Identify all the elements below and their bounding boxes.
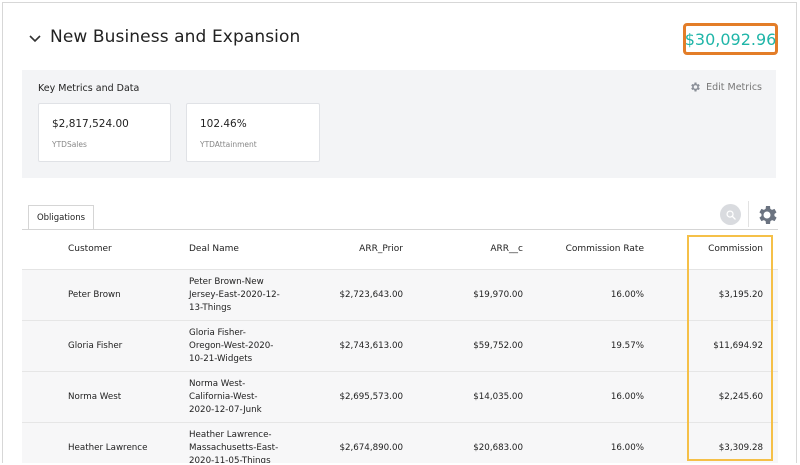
cell-commission-rate: 16.00% (610, 290, 644, 300)
section-title: New Business and Expansion (50, 27, 301, 47)
table-row[interactable]: Peter Brown Peter Brown-New Jersey-East-… (22, 270, 778, 321)
column-header-commission-rate[interactable]: Commission Rate (566, 244, 644, 254)
tab-obligations[interactable]: Obligations (28, 205, 94, 230)
table-settings-button[interactable] (755, 203, 779, 227)
cell-customer: Gloria Fisher (68, 341, 123, 351)
settings-gear-icon (759, 206, 777, 224)
cell-arr-c: $20,683.00 (473, 443, 523, 453)
obligations-table: Customer Deal Name ARR_Prior ARR__c Comm… (22, 230, 778, 463)
table-row[interactable]: Gloria Fisher Gloria Fisher- Oregon-West… (22, 321, 778, 372)
cell-arr-prior: $2,674,890.00 (339, 443, 403, 453)
cell-customer: Peter Brown (68, 290, 121, 300)
chevron-down-icon[interactable] (25, 29, 45, 49)
gear-icon (691, 82, 700, 92)
deal-name-line: Peter Brown-New (189, 277, 264, 287)
column-header-deal-name[interactable]: Deal Name (189, 244, 239, 254)
metric-value: $2,817,524.00 (52, 118, 129, 130)
deal-name-line: Massachusetts-East- (189, 443, 279, 453)
cell-arr-prior: $2,695,573.00 (339, 392, 403, 402)
deal-name-line: 10-21-Widgets (189, 354, 253, 364)
cell-customer: Heather Lawrence (68, 443, 148, 453)
deal-name-line: 2020-11-05-Things (189, 456, 271, 463)
cell-commission: $3,195.20 (718, 290, 763, 300)
metrics-title: Key Metrics and Data (38, 83, 140, 94)
cell-customer: Norma West (68, 392, 122, 402)
column-header-customer[interactable]: Customer (68, 244, 112, 254)
cell-commission-rate: 16.00% (610, 443, 644, 453)
cell-arr-prior: $2,723,643.00 (339, 290, 403, 300)
deal-name-line: Oregon-West-2020- (189, 341, 274, 351)
deal-name-line: Heather Lawrence- (189, 430, 272, 440)
cell-commission: $11,694.92 (713, 341, 763, 351)
deal-name-line: California-West- (189, 392, 258, 402)
table-header: Customer Deal Name ARR_Prior ARR__c Comm… (22, 230, 778, 270)
cell-deal-name[interactable]: Heather Lawrence- Massachusetts-East- 20… (189, 429, 289, 463)
cell-arr-c: $14,035.00 (473, 392, 523, 402)
total-commission-amount: $30,092.96 (683, 23, 778, 55)
section-header: New Business and Expansion $30,092.96 (3, 3, 796, 71)
column-header-arr-prior[interactable]: ARR_Prior (359, 244, 403, 254)
cell-commission-rate: 19.57% (610, 341, 644, 351)
table-row[interactable]: Norma West Norma West- California-West- … (22, 372, 778, 423)
cell-arr-c: $19,970.00 (473, 290, 523, 300)
edit-metrics-button[interactable]: Edit Metrics (689, 81, 762, 93)
cell-commission: $3,309.28 (718, 443, 763, 453)
edit-metrics-label: Edit Metrics (706, 81, 762, 93)
cell-commission-rate: 16.00% (610, 392, 644, 402)
deal-name-line: Norma West- (189, 379, 246, 389)
deal-name-line: 2020-12-07-Junk (189, 405, 262, 415)
cell-arr-prior: $2,743,613.00 (339, 341, 403, 351)
deal-name-line: Gloria Fisher- (189, 328, 246, 338)
metric-card-ytd-attainment: 102.46% YTDAttainment (186, 103, 320, 162)
cell-deal-name[interactable]: Gloria Fisher- Oregon-West-2020- 10-21-W… (189, 327, 289, 366)
metric-card-ytd-sales: $2,817,524.00 YTDSales (38, 103, 171, 162)
column-header-arr-c[interactable]: ARR__c (490, 244, 523, 254)
key-metrics-panel: Key Metrics and Data Edit Metrics $2,817… (22, 70, 776, 178)
toolbar-divider (748, 201, 749, 227)
metric-value: 102.46% (200, 118, 247, 130)
metric-label: YTDSales (52, 140, 87, 149)
deal-name-line: Jersey-East-2020-12- (189, 290, 280, 300)
search-button[interactable] (720, 204, 741, 225)
deal-name-line: 13-Things (189, 303, 232, 313)
app-frame: New Business and Expansion $30,092.96 Ke… (2, 2, 797, 463)
cell-arr-c: $59,752.00 (473, 341, 523, 351)
cell-deal-name[interactable]: Peter Brown-New Jersey-East-2020-12- 13-… (189, 276, 289, 315)
cell-deal-name[interactable]: Norma West- California-West- 2020-12-07-… (189, 378, 289, 417)
table-row[interactable]: Heather Lawrence Heather Lawrence- Massa… (22, 423, 778, 463)
metric-label: YTDAttainment (200, 140, 257, 149)
search-icon (725, 209, 736, 220)
cell-commission: $2,245.60 (718, 392, 763, 402)
column-header-commission[interactable]: Commission (708, 244, 763, 254)
